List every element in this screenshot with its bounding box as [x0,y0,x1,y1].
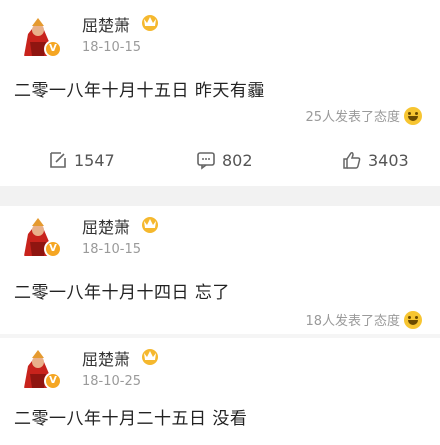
smile-emoji-icon [404,310,422,329]
author-name[interactable]: 屈楚萧 [82,12,130,36]
repost-button[interactable]: 1547 [48,140,115,180]
post-content: 二零一八年十月十四日 忘了 [14,283,230,303]
feed-divider [0,186,440,206]
post-date: 18-10-15 [82,40,142,55]
repost-count: 1547 [74,150,115,170]
thumbs-up-icon [343,152,361,169]
post-date: 18-10-15 [82,242,142,257]
reaction-summary[interactable]: 18人发表了态度 [305,310,422,329]
verified-badge-icon [44,372,62,390]
post-content: 二零一八年十月十五日 昨天有霾 [14,81,265,101]
comment-icon [197,152,215,170]
post-date: 18-10-25 [82,374,142,389]
post-content: 二零一八年十月二十五日 没看 [14,409,248,429]
reaction-text: 25人发表了态度 [305,110,400,125]
repost-icon [50,152,66,168]
post-card-3: 屈楚萧 18-10-25 二零一八年十月二十五日 没看 [0,338,440,445]
reaction-summary[interactable]: 25人发表了态度 [305,106,422,125]
post-actions: 1547 802 3403 [0,140,440,180]
reaction-text: 18人发表了态度 [305,314,400,329]
vip-crown-icon [140,13,160,31]
post-card-1: 屈楚萧 18-10-15 二零一八年十月十五日 昨天有霾 25人发表了态度 15… [0,0,440,186]
comment-count: 802 [222,150,253,170]
smile-emoji-icon [404,106,422,125]
verified-badge-icon [44,40,62,58]
author-name[interactable]: 屈楚萧 [82,346,130,370]
comment-button[interactable]: 802 [196,140,253,180]
post-card-2: 屈楚萧 18-10-15 二零一八年十月十四日 忘了 18人发表了态度 [0,206,440,334]
like-count: 3403 [368,150,409,170]
like-button[interactable]: 3403 [342,140,409,180]
vip-crown-icon [140,347,160,365]
author-name[interactable]: 屈楚萧 [82,214,130,238]
verified-badge-icon [44,240,62,258]
vip-crown-icon [140,215,160,233]
